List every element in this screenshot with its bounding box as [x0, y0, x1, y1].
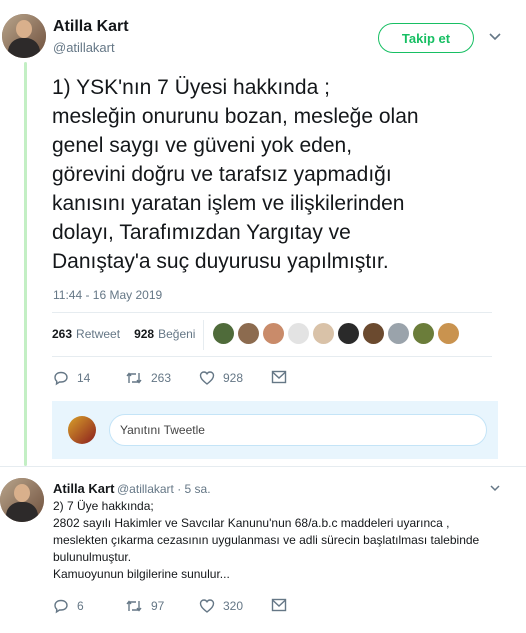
- reply2-retweet-action[interactable]: 97: [125, 598, 164, 614]
- reply-text-line: meslekten çıkarma cezasının uygulanması …: [53, 533, 480, 547]
- retweet-count[interactable]: 263: [52, 327, 72, 341]
- tweet-text-line: Danıştay'a suç duyurusu yapılmıştır.: [52, 250, 389, 273]
- tweet-stats: 263 Retweet 928 Beğeni: [52, 327, 195, 341]
- user-avatar: [68, 416, 96, 444]
- like-action[interactable]: 928: [199, 370, 243, 386]
- reply2-reply-action[interactable]: 6: [53, 598, 84, 614]
- envelope-icon: [271, 598, 287, 612]
- divider: [52, 356, 492, 357]
- retweet-icon: [125, 598, 143, 614]
- chevron-down-icon[interactable]: [489, 482, 501, 494]
- like-action-count: 928: [223, 371, 244, 385]
- author-handle[interactable]: @atillakart: [53, 40, 115, 55]
- liker-avatar[interactable]: [363, 323, 384, 344]
- reply-tweet-text: 2) 7 Üye hakkında; 2802 sayılı Hakimler …: [53, 498, 479, 583]
- envelope-icon: [271, 370, 287, 384]
- liker-avatar[interactable]: [338, 323, 359, 344]
- message-action[interactable]: [271, 370, 295, 384]
- reply2-reply-count: 6: [77, 599, 84, 613]
- reply2-like-action[interactable]: 320: [199, 598, 243, 614]
- liker-avatar[interactable]: [438, 323, 459, 344]
- liker-avatar[interactable]: [388, 323, 409, 344]
- liker-avatar[interactable]: [288, 323, 309, 344]
- retweet-action[interactable]: 263: [125, 370, 171, 386]
- reply-action[interactable]: 14: [53, 370, 90, 386]
- like-label[interactable]: Beğeni: [158, 327, 195, 341]
- reply2-message-action[interactable]: [271, 598, 295, 612]
- tweet-text-line: dolayı, Tarafımızdan Yargıtay ve: [52, 221, 351, 244]
- like-count[interactable]: 928: [134, 327, 154, 341]
- divider: [52, 312, 492, 313]
- reply-author-avatar[interactable]: [0, 478, 44, 522]
- reply-text-line: Kamuoyunun bilgilerine sunulur...: [53, 567, 230, 581]
- reply2-like-count: 320: [223, 599, 244, 613]
- reply-text-line: 2) 7 Üye hakkında;: [53, 499, 154, 513]
- heart-icon: [199, 370, 215, 386]
- tweet-text-line: kanısını yaratan işlem ve ilişkilerinden: [52, 192, 405, 215]
- reply-count: 14: [77, 371, 91, 385]
- tweet-text-line: 1) YSK'nın 7 Üyesi hakkında ;: [52, 76, 330, 99]
- divider: [203, 320, 204, 350]
- tweet-text-line: genel saygı ve güveni yok eden,: [52, 134, 353, 157]
- liker-avatar[interactable]: [313, 323, 334, 344]
- author-avatar[interactable]: [2, 14, 46, 58]
- reply-icon: [53, 598, 69, 614]
- reply-author-name[interactable]: Atilla Kart: [53, 481, 114, 496]
- tweet-text: 1) YSK'nın 7 Üyesi hakkında ; mesleğin o…: [52, 73, 492, 276]
- thread-line: [24, 62, 27, 466]
- heart-icon: [199, 598, 215, 614]
- divider: [0, 466, 526, 467]
- retweet-action-count: 263: [151, 371, 172, 385]
- reply-author-meta[interactable]: @atillakart · 5 sa.: [117, 482, 211, 496]
- retweet-label[interactable]: Retweet: [76, 327, 120, 341]
- retweet-icon: [125, 370, 143, 386]
- liker-avatar[interactable]: [413, 323, 434, 344]
- reply-text-line: 2802 sayılı Hakimler ve Savcılar Kanunu'…: [53, 516, 450, 530]
- follow-button[interactable]: Takip et: [378, 23, 474, 53]
- tweet-timestamp[interactable]: 11:44 - 16 May 2019: [53, 288, 162, 302]
- reply2-retweet-count: 97: [151, 599, 165, 613]
- reply-text-line: bulunulmuştur.: [53, 550, 132, 564]
- reply-input[interactable]: Yanıtını Tweetle: [109, 414, 487, 446]
- chevron-down-icon[interactable]: [488, 30, 502, 44]
- reply-icon: [53, 370, 69, 386]
- liker-avatar[interactable]: [213, 323, 234, 344]
- liker-avatar[interactable]: [263, 323, 284, 344]
- tweet-text-line: görevini doğru ve tarafsız yapmadığı: [52, 163, 392, 186]
- liker-avatar[interactable]: [238, 323, 259, 344]
- liker-avatars: [213, 323, 463, 344]
- author-name[interactable]: Atilla Kart: [53, 18, 129, 36]
- tweet-text-line: mesleğin onurunu bozan, mesleğe olan: [52, 105, 419, 128]
